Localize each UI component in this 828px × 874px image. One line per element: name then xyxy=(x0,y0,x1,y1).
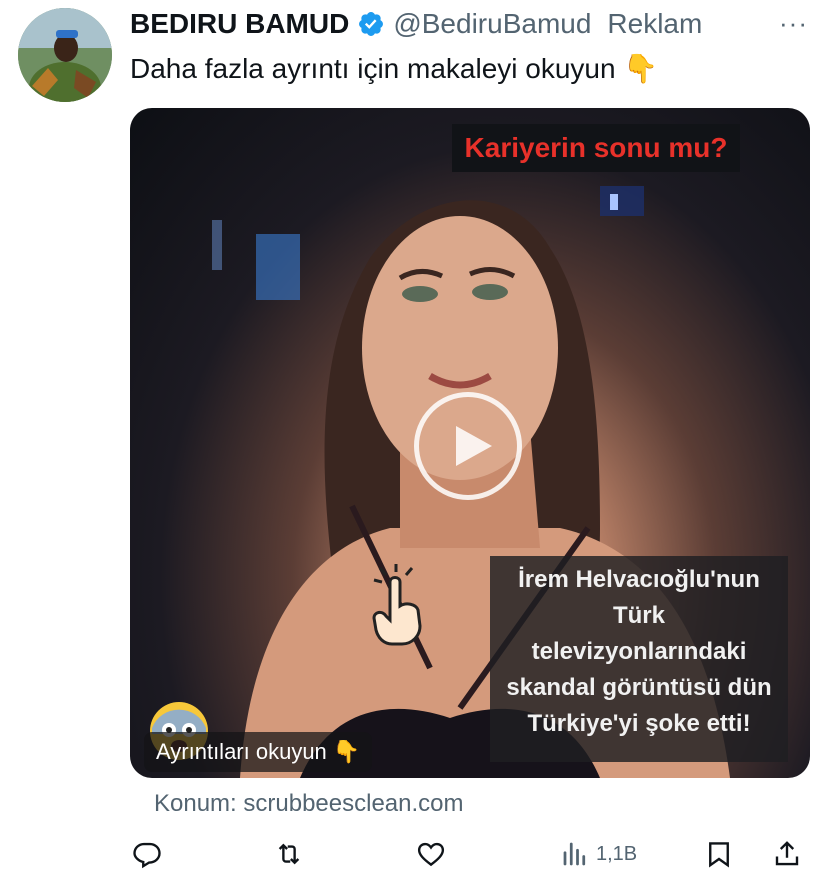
tweet-text: Daha fazla ayrıntı için makaleyi okuyun … xyxy=(130,52,658,85)
read-details-label: Ayrıntıları okuyun xyxy=(156,739,327,764)
overlay-line-1: İrem Helvacıoğlu'nun xyxy=(518,566,760,593)
heart-icon xyxy=(417,842,445,867)
overlay-line-4: skandal görüntüsü dün xyxy=(506,674,772,701)
video-top-caption: Kariyerin sonu mu? xyxy=(452,124,740,172)
views-button[interactable]: 1,1B xyxy=(560,838,637,870)
ad-location-link[interactable]: Konum: scrubbeesclean.com xyxy=(154,790,464,818)
point-down-emoji-icon: 👇 xyxy=(332,739,361,764)
tweet-header: BEDIRU BAMUD @BediruBamud Reklam xyxy=(130,4,828,44)
ad-label: Reklam xyxy=(607,8,703,39)
share-icon xyxy=(775,841,799,866)
author-handle[interactable]: @BediruBamud xyxy=(393,8,591,40)
verified-badge-icon xyxy=(357,10,385,38)
overlay-line-2: Türk xyxy=(612,602,665,629)
share-button[interactable] xyxy=(772,838,802,870)
reply-icon xyxy=(133,842,161,869)
tweet-text-body: Daha fazla ayrıntı için makaleyi okuyun xyxy=(130,53,616,84)
point-down-emoji-icon: 👇 xyxy=(623,53,659,84)
bookmark-icon xyxy=(709,842,729,868)
views-count: 1,1B xyxy=(596,842,638,865)
analytics-icon xyxy=(563,842,586,866)
author-name[interactable]: BEDIRU BAMUD xyxy=(130,8,349,40)
bookmark-button[interactable] xyxy=(704,838,734,870)
read-details-button[interactable]: Ayrıntıları okuyun 👇 xyxy=(144,732,373,772)
tweet-action-bar: 1,1B xyxy=(130,834,810,874)
overlay-line-3: televizyonlarındaki xyxy=(531,638,747,665)
video-overlay-caption: İrem Helvacıoğlu'nun Türk televizyonları… xyxy=(490,556,788,762)
play-button-icon[interactable] xyxy=(414,392,522,500)
like-button[interactable] xyxy=(416,838,446,870)
repost-button[interactable] xyxy=(274,838,304,870)
pointing-hand-icon xyxy=(366,562,428,646)
more-options-icon[interactable]: ··· xyxy=(779,8,808,39)
repost-icon xyxy=(278,843,300,865)
video-media-card[interactable]: Kariyerin sonu mu? İrem Helvacıoğlu'nun … xyxy=(130,108,810,778)
avatar[interactable] xyxy=(18,8,112,102)
reply-button[interactable] xyxy=(132,838,162,870)
overlay-line-5: Türkiye'yi şoke etti! xyxy=(527,710,751,737)
